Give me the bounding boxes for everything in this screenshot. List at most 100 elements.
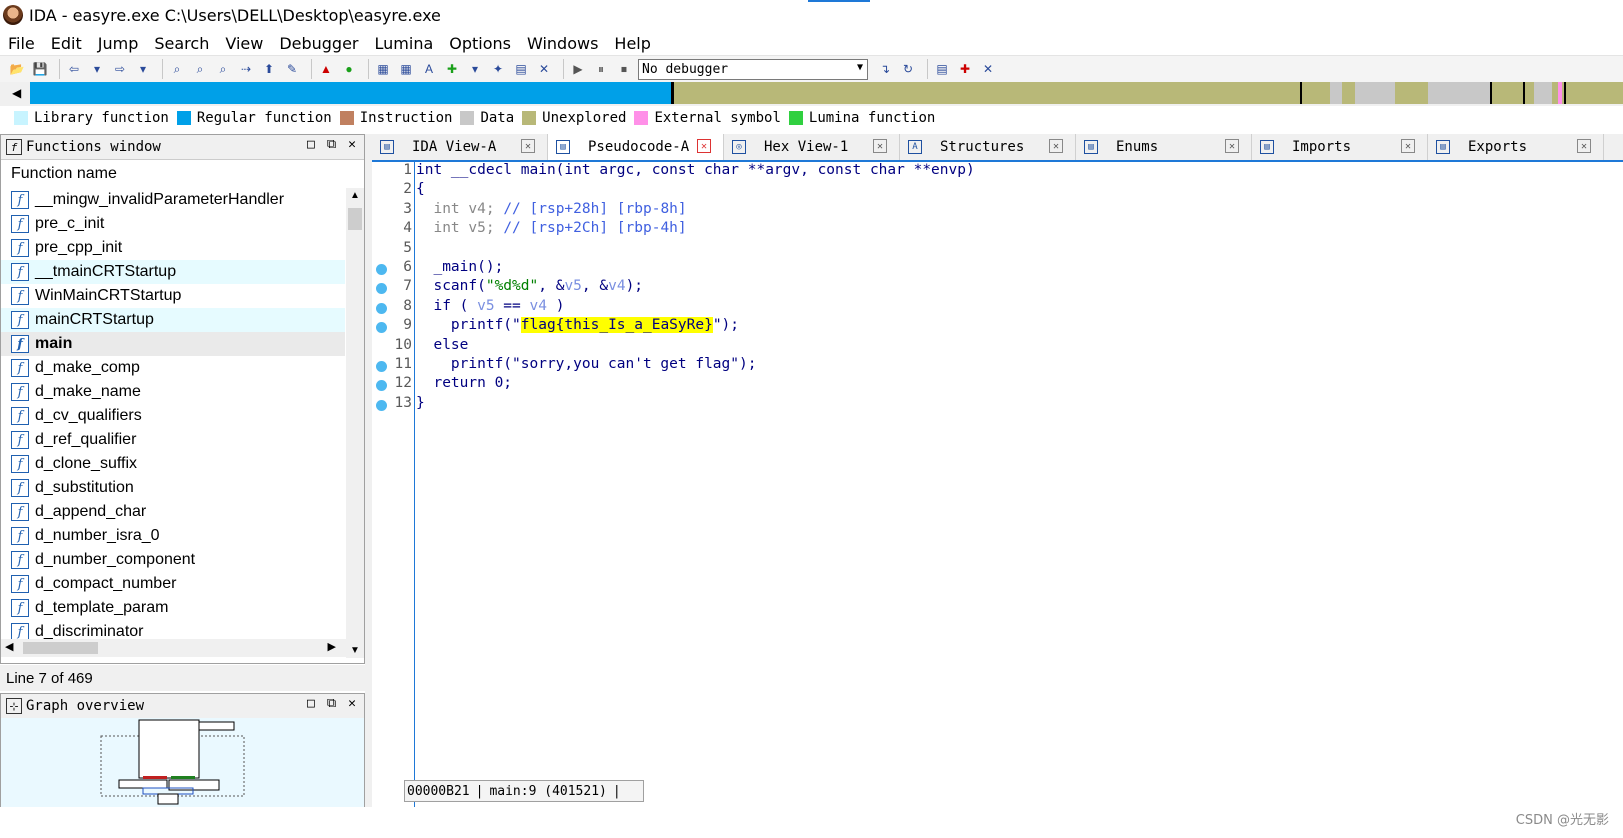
code-line[interactable]: 4 int v5; // [rsp+2Ch] [rbp-4h] <box>372 220 1623 240</box>
add-icon[interactable]: ✚ <box>443 60 461 78</box>
vertical-scrollbar[interactable]: ▲ ▼ <box>346 188 364 658</box>
function-row[interactable]: f d_make_name <box>1 380 345 404</box>
column-header-function-name[interactable]: Function name <box>1 160 364 188</box>
menu-jump[interactable]: Jump <box>98 34 139 53</box>
tab-close-icon[interactable]: ✕ <box>521 139 535 153</box>
menu-debugger[interactable]: Debugger <box>279 34 358 53</box>
maximize-icon[interactable]: □ <box>307 696 315 711</box>
function-row[interactable]: f __tmainCRTStartup <box>1 260 345 284</box>
close-icon[interactable]: ✕ <box>348 137 356 152</box>
tab-close-icon[interactable]: ✕ <box>1225 139 1239 153</box>
functions-list[interactable]: Function name f __mingw_invalidParameterH… <box>1 159 364 658</box>
menu-edit[interactable]: Edit <box>51 34 82 53</box>
search-icon[interactable]: ⌕ <box>168 60 186 78</box>
code-line[interactable]: 3 int v4; // [rsp+28h] [rbp-8h] <box>372 201 1623 221</box>
run-icon[interactable]: ▶ <box>569 60 587 78</box>
scroll-down-icon[interactable]: ▼ <box>350 645 360 656</box>
code-line[interactable]: 8 if ( v5 == v4 ) <box>372 298 1623 318</box>
tab-close-icon[interactable]: ✕ <box>1401 139 1415 153</box>
navigation-strip[interactable] <box>30 82 1623 104</box>
green-circle-icon[interactable]: ● <box>340 60 358 78</box>
code-icon[interactable]: ▦ <box>374 60 392 78</box>
string-icon[interactable]: A <box>420 60 438 78</box>
data-icon[interactable]: ▦ <box>397 60 415 78</box>
scroll-up-icon[interactable]: ▲ <box>350 190 360 201</box>
tab-close-icon[interactable]: ✕ <box>1049 139 1063 153</box>
close-x-icon[interactable]: ✕ <box>535 60 553 78</box>
function-row[interactable]: f main <box>1 332 345 356</box>
function-row[interactable]: f d_make_comp <box>1 356 345 380</box>
undefine-icon[interactable]: ✦ <box>489 60 507 78</box>
code-line[interactable]: 9 printf("flag{this_Is_a_EaSyRe}"); <box>372 317 1623 337</box>
tab-pseudocode-a[interactable]: ▤ Pseudocode-A ✕ <box>548 134 724 160</box>
function-row[interactable]: f d_template_param <box>1 596 345 620</box>
dropdown-icon[interactable]: ▾ <box>88 60 106 78</box>
menu-options[interactable]: Options <box>449 34 511 53</box>
pause-icon[interactable]: ⏸ <box>592 60 610 78</box>
function-row[interactable]: f d_compact_number <box>1 572 345 596</box>
pseudocode-view[interactable]: 1 int __cdecl main(int argc, const char *… <box>372 162 1623 807</box>
code-line[interactable]: 10 else <box>372 337 1623 357</box>
text-search-icon[interactable]: ⌕ <box>214 60 232 78</box>
code-line[interactable]: 6 _main(); <box>372 259 1623 279</box>
step-over-icon[interactable]: ↻ <box>899 60 917 78</box>
function-row[interactable]: f d_append_char <box>1 500 345 524</box>
menu-help[interactable]: Help <box>614 34 650 53</box>
tab-ida-view-a[interactable]: ▤ IDA View-A ✕ <box>372 134 548 160</box>
tab-structures[interactable]: A Structures ✕ <box>900 134 1076 160</box>
code-line[interactable]: 2{ <box>372 181 1623 201</box>
save-icon[interactable]: 💾 <box>31 60 49 78</box>
scroll-thumb[interactable] <box>348 208 362 230</box>
close-icon[interactable]: ✕ <box>348 696 356 711</box>
function-row[interactable]: f WinMainCRTStartup <box>1 284 345 308</box>
function-row[interactable]: f pre_cpp_init <box>1 236 345 260</box>
menu-lumina[interactable]: Lumina <box>375 34 434 53</box>
step-into-icon[interactable]: ↴ <box>876 60 894 78</box>
scroll-left-icon[interactable]: ◀ <box>5 640 13 653</box>
maximize-icon[interactable]: □ <box>307 137 315 152</box>
horizontal-scrollbar[interactable]: ◀ ▶ <box>1 639 346 657</box>
tab-close-icon[interactable]: ✕ <box>873 139 887 153</box>
nav-left-arrow-icon[interactable]: ◀ <box>12 86 21 100</box>
breakpoints-icon[interactable]: ▤ <box>933 60 951 78</box>
code-line[interactable]: 5 <box>372 240 1623 260</box>
code-line[interactable]: 11 printf("sorry,you can't get flag"); <box>372 356 1623 376</box>
code-line[interactable]: 13} <box>372 395 1623 415</box>
warning-icon[interactable]: ▲ <box>317 60 335 78</box>
tab-enums[interactable]: ▤ Enums ✕ <box>1076 134 1252 160</box>
debugger-select[interactable]: No debugger ▼ <box>638 58 868 80</box>
function-row[interactable]: f d_ref_qualifier <box>1 428 345 452</box>
remove-breakpoint-icon[interactable]: ✕ <box>979 60 997 78</box>
jump-up-icon[interactable]: ⬆ <box>260 60 278 78</box>
menu-file[interactable]: File <box>8 34 35 53</box>
back-icon[interactable]: ⇦ <box>65 60 83 78</box>
tab-hex-view-1[interactable]: ◎ Hex View-1 ✕ <box>724 134 900 160</box>
scroll-thumb[interactable] <box>23 642 98 654</box>
menu-search[interactable]: Search <box>154 34 209 53</box>
tab-close-icon[interactable]: ✕ <box>697 139 711 153</box>
mark-icon[interactable]: ✎ <box>283 60 301 78</box>
code-line[interactable]: 12 return 0; <box>372 375 1623 395</box>
scroll-right-icon[interactable]: ▶ <box>328 640 336 653</box>
tab-close-icon[interactable]: ✕ <box>1577 139 1591 153</box>
forward-icon[interactable]: ⇨ <box>111 60 129 78</box>
binary-search-icon[interactable]: ⌕ <box>191 60 209 78</box>
float-icon[interactable]: ⧉ <box>327 696 336 711</box>
dropdown-icon[interactable]: ▾ <box>134 60 152 78</box>
function-row[interactable]: f mainCRTStartup <box>1 308 345 332</box>
function-row[interactable]: f d_number_isra_0 <box>1 524 345 548</box>
search-next-icon[interactable]: ⇢ <box>237 60 255 78</box>
pane-divider[interactable] <box>365 134 372 838</box>
code-line[interactable]: 1 int __cdecl main(int argc, const char *… <box>372 162 1623 182</box>
function-row[interactable]: f pre_c_init <box>1 212 345 236</box>
function-row[interactable]: f __mingw_invalidParameterHandler <box>1 188 345 212</box>
tab-exports[interactable]: ▤ Exports ✕ <box>1428 134 1604 160</box>
function-row[interactable]: f d_cv_qualifiers <box>1 404 345 428</box>
stop-icon[interactable]: ⏹ <box>615 60 633 78</box>
function-row[interactable]: f d_number_component <box>1 548 345 572</box>
code-line[interactable]: 7 scanf("%d%d", &v5, &v4); <box>372 278 1623 298</box>
dropdown-icon[interactable]: ▾ <box>466 60 484 78</box>
struct-icon[interactable]: ▤ <box>512 60 530 78</box>
function-row[interactable]: f d_clone_suffix <box>1 452 345 476</box>
open-icon[interactable]: 📂 <box>8 60 26 78</box>
